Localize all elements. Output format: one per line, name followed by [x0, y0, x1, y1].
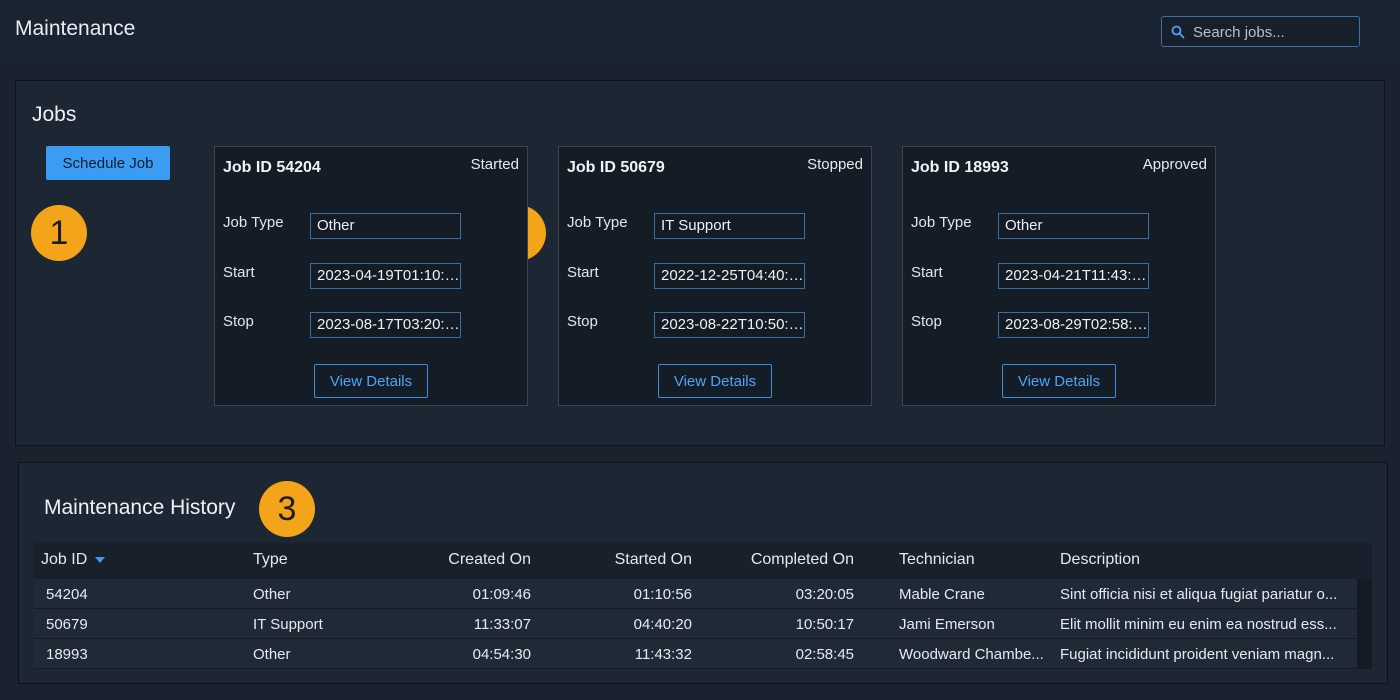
- column-header-description[interactable]: Description: [1060, 551, 1140, 569]
- job-card-title: Job ID 54204: [223, 159, 321, 176]
- job-card: Job ID 18993 Approved Job Type Other Sta…: [902, 146, 1216, 406]
- job-card: Job ID 54204 Started Job Type Other Star…: [214, 146, 528, 406]
- cell-started-on: 04:40:20: [633, 616, 692, 633]
- cell-started-on: 01:10:56: [633, 586, 692, 603]
- stop-label: Stop: [567, 313, 598, 330]
- job-card-title: Job ID 18993: [911, 159, 1009, 176]
- cell-job-id: 54204: [46, 586, 88, 603]
- cell-completed-on: 10:50:17: [795, 616, 854, 633]
- stop-label: Stop: [223, 313, 254, 330]
- callout-marker-1: 1: [31, 205, 87, 261]
- job-type-field[interactable]: IT Support: [654, 213, 805, 239]
- page-title: Maintenance: [15, 17, 136, 40]
- start-label: Start: [567, 264, 599, 281]
- cell-created-on: 01:09:46: [472, 586, 531, 603]
- job-status: Started: [470, 156, 519, 173]
- cell-description: Sint officia nisi et aliqua fugiat paria…: [1060, 586, 1338, 603]
- cell-technician: Jami Emerson: [899, 616, 995, 633]
- cell-technician: Mable Crane: [899, 586, 985, 603]
- search-icon: [1171, 25, 1185, 39]
- view-details-button[interactable]: View Details: [314, 364, 428, 398]
- stop-field[interactable]: 2023-08-29T02:58:45: [998, 312, 1149, 338]
- column-header-type[interactable]: Type: [253, 551, 288, 569]
- cell-started-on: 11:43:32: [634, 646, 692, 663]
- cell-job-id: 50679: [46, 616, 88, 633]
- jobs-title: Jobs: [32, 103, 77, 126]
- start-field[interactable]: 2023-04-21T11:43:32: [998, 263, 1149, 289]
- table-row[interactable]: 54204 Other 01:09:46 01:10:56 03:20:05 M…: [34, 579, 1357, 609]
- table-row[interactable]: 50679 IT Support 11:33:07 04:40:20 10:50…: [34, 609, 1357, 639]
- search-box[interactable]: [1161, 16, 1360, 48]
- stop-field[interactable]: 2023-08-22T10:50:17: [654, 312, 805, 338]
- cell-created-on: 11:33:07: [473, 616, 531, 633]
- column-header-started-on[interactable]: Started On: [542, 551, 692, 569]
- column-header-label: Job ID: [41, 551, 88, 568]
- view-details-button[interactable]: View Details: [1002, 364, 1116, 398]
- job-type-field[interactable]: Other: [310, 213, 461, 239]
- job-card-title: Job ID 50679: [567, 159, 665, 176]
- job-type-label: Job Type: [911, 214, 972, 231]
- cell-type: IT Support: [253, 616, 323, 633]
- cell-created-on: 04:54:30: [472, 646, 531, 663]
- view-details-button[interactable]: View Details: [658, 364, 772, 398]
- cell-type: Other: [253, 646, 291, 663]
- stop-field[interactable]: 2023-08-17T03:20:05: [310, 312, 461, 338]
- cell-job-id: 18993: [46, 646, 88, 663]
- start-label: Start: [223, 264, 255, 281]
- cell-completed-on: 02:58:45: [795, 646, 854, 663]
- table-header: Job ID Type Created On Started On Comple…: [34, 543, 1372, 579]
- job-type-label: Job Type: [567, 214, 628, 231]
- table-scrollbar[interactable]: [1357, 579, 1372, 669]
- job-type-label: Job Type: [223, 214, 284, 231]
- cell-description: Fugiat incididunt proident veniam magn..…: [1060, 646, 1335, 663]
- cell-type: Other: [253, 586, 291, 603]
- jobs-panel: Jobs Schedule Job 1 2 Job ID 54204 Start…: [15, 80, 1385, 446]
- sort-desc-icon: [95, 556, 106, 563]
- job-status: Stopped: [807, 156, 863, 173]
- cell-completed-on: 03:20:05: [795, 586, 854, 603]
- job-type-field[interactable]: Other: [998, 213, 1149, 239]
- cell-description: Elit mollit minim eu enim ea nostrud ess…: [1060, 616, 1337, 633]
- top-bar: Maintenance: [0, 0, 1400, 62]
- history-title: Maintenance History: [44, 496, 236, 519]
- column-header-technician[interactable]: Technician: [899, 551, 975, 569]
- stop-label: Stop: [911, 313, 942, 330]
- start-label: Start: [911, 264, 943, 281]
- search-input[interactable]: [1191, 17, 1355, 48]
- start-field[interactable]: 2023-04-19T01:10:56: [310, 263, 461, 289]
- table-row[interactable]: 18993 Other 04:54:30 11:43:32 02:58:45 W…: [34, 639, 1357, 669]
- table-body: 54204 Other 01:09:46 01:10:56 03:20:05 M…: [34, 579, 1357, 669]
- start-field[interactable]: 2022-12-25T04:40:20: [654, 263, 805, 289]
- job-status: Approved: [1142, 156, 1207, 173]
- column-header-created-on[interactable]: Created On: [381, 551, 531, 569]
- history-panel: Maintenance History 3 Job ID Type Create…: [18, 462, 1388, 684]
- column-header-completed-on[interactable]: Completed On: [704, 551, 854, 569]
- column-header-job-id[interactable]: Job ID: [41, 551, 106, 569]
- cell-technician: Woodward Chambe...: [899, 646, 1044, 663]
- job-card: Job ID 50679 Stopped Job Type IT Support…: [558, 146, 872, 406]
- callout-marker-3: 3: [259, 481, 315, 537]
- schedule-job-button[interactable]: Schedule Job: [46, 146, 170, 180]
